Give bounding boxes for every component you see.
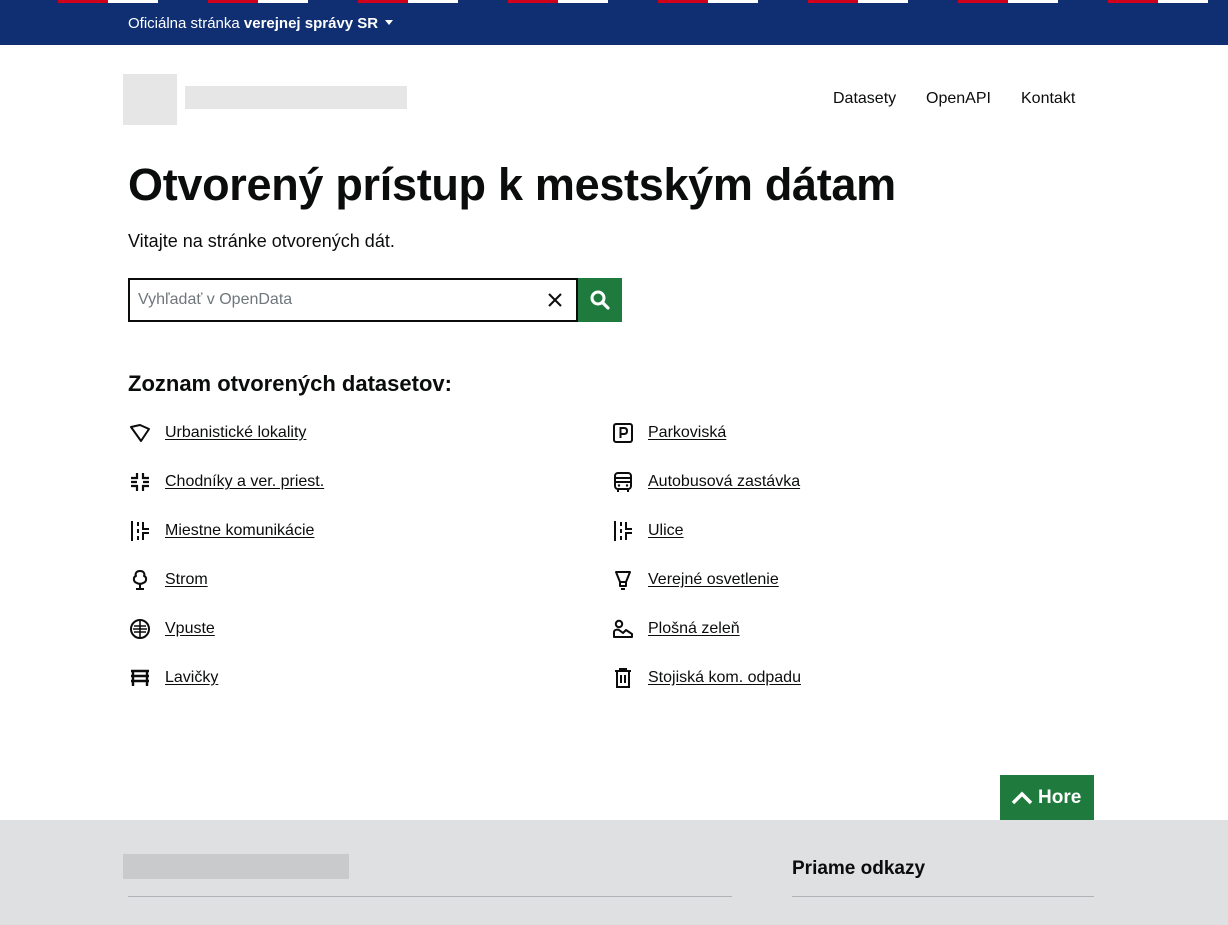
dataset-item[interactable]: Ulice xyxy=(611,518,684,544)
dataset-item[interactable]: Lavičky xyxy=(128,665,218,691)
dataset-list-title: Zoznam otvorených datasetov: xyxy=(128,371,452,396)
dataset-link[interactable]: Autobusová zastávka xyxy=(648,473,800,491)
dataset-link[interactable]: Strom xyxy=(165,571,208,589)
search-icon xyxy=(590,290,610,310)
tree-icon xyxy=(128,568,152,592)
footer-logo-placeholder xyxy=(123,854,349,879)
footer-links-title: Priame odkazy xyxy=(792,858,926,879)
bus-icon xyxy=(611,470,635,494)
road-icon xyxy=(128,519,152,543)
dataset-item[interactable]: Chodníky a ver. priest. xyxy=(128,469,324,495)
footer-divider xyxy=(792,896,1094,897)
dataset-item[interactable]: Plošná zeleň xyxy=(611,616,740,642)
government-banner: Oficiálna stránka verejnej správy SR xyxy=(0,0,1228,45)
chevron-up-icon xyxy=(1011,791,1033,804)
nav-datasety[interactable]: Datasety xyxy=(833,89,896,109)
dataset-item[interactable]: Verejné osvetlenie xyxy=(611,567,779,593)
nav-kontakt[interactable]: Kontakt xyxy=(1021,89,1075,109)
official-site-prefix: Oficiálna stránka xyxy=(128,15,240,32)
dataset-link[interactable]: Stojiská kom. odpadu xyxy=(648,669,801,687)
flag-stripes xyxy=(0,0,1228,3)
drain-icon xyxy=(128,617,152,641)
clear-icon[interactable] xyxy=(546,291,564,309)
dataset-link[interactable]: Plošná zeleň xyxy=(648,620,740,638)
dataset-link[interactable]: Lavičky xyxy=(165,669,218,687)
road-icon xyxy=(611,519,635,543)
crossroads-icon xyxy=(128,470,152,494)
page-title: Otvorený prístup k mestským dátam xyxy=(128,159,896,210)
dataset-link[interactable]: Parkoviská xyxy=(648,424,726,442)
dataset-link[interactable]: Ulice xyxy=(648,522,684,540)
official-site-toggle[interactable]: Oficiálna stránka verejnej správy SR xyxy=(128,15,394,33)
polygon-icon xyxy=(128,421,152,445)
greenery-icon xyxy=(611,617,635,641)
dataset-item[interactable]: Autobusová zastávka xyxy=(611,469,800,495)
footer-divider xyxy=(128,896,732,897)
search-box xyxy=(128,278,578,322)
bench-icon xyxy=(128,666,152,690)
trash-icon xyxy=(611,666,635,690)
back-to-top-label: Hore xyxy=(1038,786,1082,808)
official-site-emphasis: verejnej správy SR xyxy=(243,15,379,32)
footer: Priame odkazy xyxy=(0,820,1228,925)
back-to-top-button[interactable]: Hore xyxy=(1000,775,1094,820)
dataset-item[interactable]: Strom xyxy=(128,567,208,593)
dataset-item[interactable]: Miestne komunikácie xyxy=(128,518,314,544)
dataset-item[interactable]: Urbanistické lokality xyxy=(128,420,306,446)
lamp-icon xyxy=(611,568,635,592)
site-name-placeholder xyxy=(185,86,407,109)
page-subtitle: Vitajte na stránke otvorených dát. xyxy=(128,231,395,251)
dataset-link[interactable]: Verejné osvetlenie xyxy=(648,571,779,589)
logo-placeholder[interactable] xyxy=(123,74,177,125)
search-input[interactable] xyxy=(130,280,530,320)
dataset-link[interactable]: Chodníky a ver. priest. xyxy=(165,473,324,491)
dataset-item[interactable]: Vpuste xyxy=(128,616,215,642)
dataset-link[interactable]: Urbanistické lokality xyxy=(165,424,306,442)
parking-icon xyxy=(611,421,635,445)
caret-down-icon xyxy=(385,20,394,25)
dataset-item[interactable]: Stojiská kom. odpadu xyxy=(611,665,801,691)
dataset-link[interactable]: Vpuste xyxy=(165,620,215,638)
dataset-item[interactable]: Parkoviská xyxy=(611,420,726,446)
dataset-link[interactable]: Miestne komunikácie xyxy=(165,522,314,540)
nav-openapi[interactable]: OpenAPI xyxy=(926,89,991,109)
search-button[interactable] xyxy=(578,278,622,322)
